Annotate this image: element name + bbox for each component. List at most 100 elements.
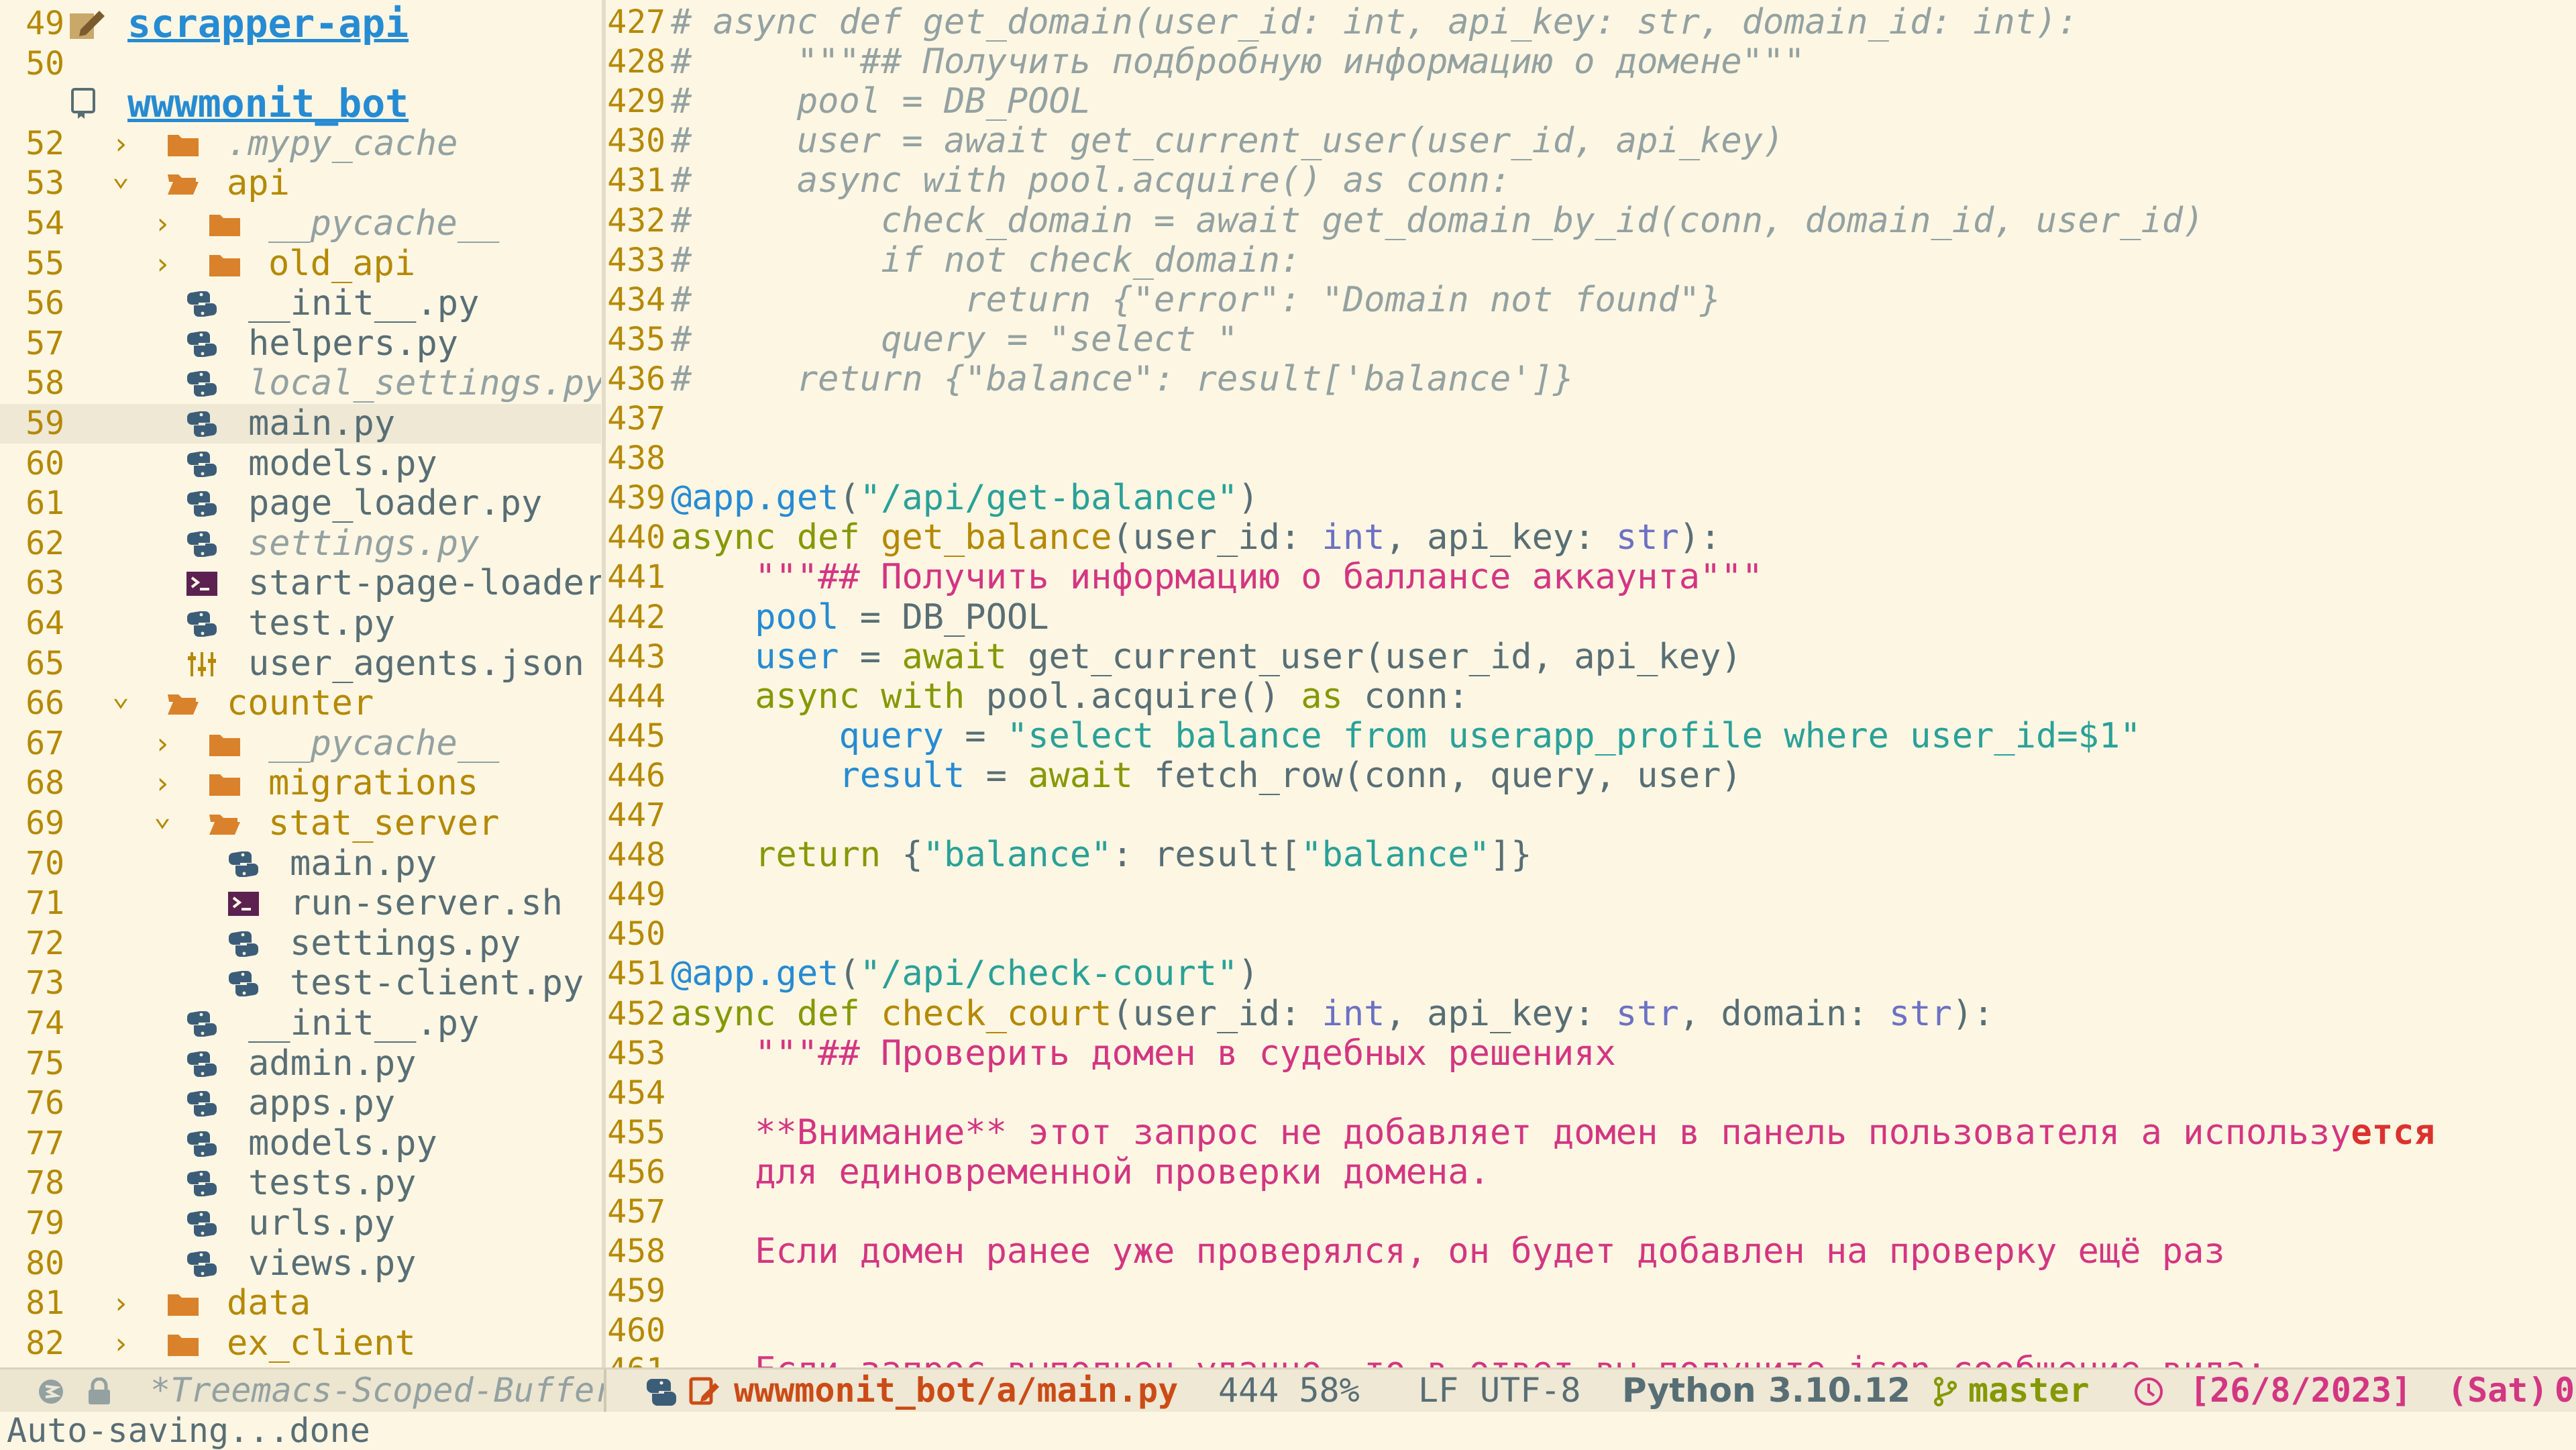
code-line[interactable]: 457 [606,1192,2576,1232]
dir-name[interactable]: migrations [268,764,478,803]
code-line[interactable]: 445 query = "select balance from userapp… [606,717,2576,756]
tree-dir-row[interactable]: 66 ⌄ counter [0,678,601,723]
code-line[interactable]: 440 async def get_balance(user_id: int, a… [606,518,2576,558]
code-line[interactable]: 458 Если домен ранее уже проверялся, он … [606,1232,2576,1272]
tree-dir-row[interactable]: 52 › .mypy_cache [0,124,601,164]
encoding[interactable]: UTF-8 [1480,1369,1581,1411]
tree-file-row[interactable]: 74 __init__.py [0,1004,601,1043]
code-text[interactable]: Если запрос выполнен удачно, то в ответ … [671,1351,2267,1368]
tree-file-row[interactable]: 63 start-page-loader. [0,564,601,603]
tree-dir-row[interactable]: 54 › __pycache__ [0,204,601,244]
tree-file-row[interactable]: 59 main.py [0,404,601,444]
chevron-right-icon[interactable]: › [149,204,176,244]
code-line[interactable]: 455 **Внимание** этот запрос не добавляе… [606,1113,2576,1153]
code-line[interactable]: 432 # check_domain = await get_domain_by_… [606,201,2576,241]
tree-file-row[interactable]: 57 helpers.py [0,324,601,364]
code-text[interactable]: async def check_court(user_id: int, api_… [671,994,1994,1034]
tree-file-row[interactable]: 71 run-server.sh [0,884,601,923]
dir-name[interactable]: api [227,164,290,203]
code-line[interactable]: 429 # pool = DB_POOL [606,82,2576,121]
code-text[interactable]: """## Получить информацию о баллансе акк… [671,558,1763,597]
file-name[interactable]: start-page-loader. [248,564,601,603]
code-line[interactable]: 441 """## Получить информацию о баллансе… [606,558,2576,597]
tree-file-row[interactable]: 60 models.py [0,444,601,484]
tree-dir-row[interactable]: 69 ⌄ stat_server [0,798,601,843]
code-text[interactable]: # if not check_domain: [671,241,1301,280]
code-line[interactable]: 451 @app.get("/api/check-court") [606,954,2576,994]
file-name[interactable]: page_loader.py [248,484,542,523]
code-line[interactable]: 439 @app.get("/api/get-balance") [606,478,2576,518]
tree-file-row[interactable]: 65 user_agents.json [0,644,601,684]
dir-name[interactable]: __pycache__ [268,724,499,764]
code-line[interactable]: 444 async with pool.acquire() as conn: [606,677,2576,717]
code-line[interactable]: 449 [606,875,2576,915]
code-text[interactable]: pool = DB_POOL [671,598,1049,637]
tree-project-row[interactable]: 49 scrapper-api [0,4,601,44]
code-line[interactable]: 446 result = await fetch_row(conn, query… [606,756,2576,796]
file-name[interactable]: views.py [248,1244,416,1284]
code-line[interactable]: 452 async def check_court(user_id: int, a… [606,994,2576,1034]
file-name[interactable]: __init__.py [248,1004,479,1043]
eol-type[interactable]: LF [1418,1369,1458,1411]
code-text[interactable]: async with pool.acquire() as conn: [671,677,1468,717]
project-name[interactable]: wwwmonit_bot [127,84,409,123]
tree-dir-row[interactable]: 67 › __pycache__ [0,724,601,764]
file-name[interactable]: user_agents.json [248,644,584,684]
tree-file-row[interactable]: 62 settings.py [0,524,601,564]
chevron-right-icon[interactable]: › [149,724,176,764]
code-text[interactable]: query = "select balance from userapp_pro… [671,717,2141,756]
dir-name[interactable]: .mypy_cache [227,124,458,164]
file-name[interactable]: __init__.py [248,284,479,323]
tree-file-row[interactable]: 61 page_loader.py [0,484,601,523]
tree-file-row[interactable]: 75 admin.py [0,1044,601,1084]
code-text[interactable]: # return {"balance": result['balance']} [671,360,1574,399]
major-mode[interactable]: Python [1622,1369,1756,1411]
code-line[interactable]: 430 # user = await get_current_user(user_… [606,121,2576,161]
tree-file-row[interactable]: 80 views.py [0,1244,601,1284]
project-name[interactable]: scrapper-api [127,4,409,44]
file-name[interactable]: settings.py [248,524,479,564]
tree-dir-row[interactable]: 68 › migrations [0,764,601,803]
window-divider[interactable] [602,0,606,1367]
tree-dir-row[interactable]: 53 ⌄ api [0,158,601,203]
code-line[interactable]: 448 return {"balance": result["balance"]… [606,835,2576,875]
code-text[interactable]: """## Проверить домен в судебных решения… [671,1034,1616,1074]
python-version[interactable]: 3.10.12 [1768,1369,1911,1411]
chevron-down-icon[interactable]: ⌄ [107,156,134,195]
code-line[interactable]: 460 [606,1311,2576,1351]
code-line[interactable]: 454 [606,1074,2576,1113]
file-name[interactable]: main.py [248,404,395,444]
file-name[interactable]: admin.py [248,1044,416,1084]
code-line[interactable]: 450 [606,915,2576,954]
dir-name[interactable]: counter [227,684,374,723]
code-line[interactable]: 433 # if not check_domain: [606,241,2576,280]
code-line[interactable]: 456 для единовременной проверки домена. [606,1153,2576,1192]
code-text[interactable]: # """## Получить подбробную информацию о… [671,42,1805,82]
code-line[interactable]: 434 # return {"error": "Domain not found"… [606,280,2576,320]
code-line[interactable]: 437 [606,399,2576,439]
tree-dir-row[interactable]: 81 › data [0,1284,601,1323]
code-text[interactable]: **Внимание** этот запрос не добавляет до… [671,1113,2435,1153]
code-text[interactable]: @app.get("/api/check-court") [671,954,1259,994]
file-name[interactable]: local_settings.py [248,364,601,403]
code-line[interactable]: 427 # async def get_domain(user_id: int, … [606,3,2576,42]
file-name[interactable]: test.py [248,604,395,643]
file-name[interactable]: models.py [248,444,437,484]
code-text[interactable]: # return {"error": "Domain not found"} [671,280,1721,320]
code-line[interactable]: 453 """## Проверить домен в судебных реш… [606,1034,2576,1074]
dir-name[interactable]: __pycache__ [268,204,499,244]
tree-file-row[interactable]: 70 main.py [0,844,601,884]
code-line[interactable]: 438 [606,439,2576,478]
tree-file-row[interactable]: 58 local_settings.py [0,364,601,403]
dir-name[interactable]: old_api [268,244,415,284]
code-text[interactable]: return {"balance": result["balance"]} [671,835,1532,875]
code-text[interactable]: # user = await get_current_user(user_id,… [671,121,1784,161]
treemacs-sidebar[interactable]: 49 scrapper-api 50 wwwmonit_bot 52 › .mypy_cac… [0,0,601,1367]
file-name[interactable]: test-client.py [290,964,584,1003]
code-line[interactable]: 447 [606,796,2576,835]
tree-file-row[interactable]: 79 urls.py [0,1204,601,1243]
chevron-right-icon[interactable]: › [107,1324,134,1363]
minibuffer[interactable]: Auto-saving...done [0,1412,2576,1449]
tree-file-row[interactable]: 72 settings.py [0,924,601,964]
dir-name[interactable]: ex_client [227,1324,416,1363]
